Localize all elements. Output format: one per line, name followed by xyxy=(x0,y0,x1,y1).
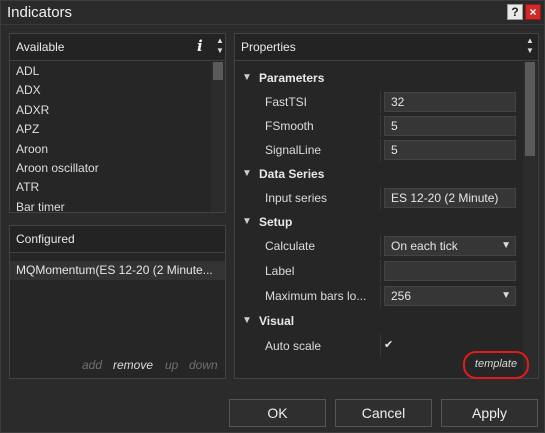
ok-button[interactable]: OK xyxy=(229,399,326,427)
configured-actions: add remove up down xyxy=(10,358,225,374)
close-button[interactable]: × xyxy=(525,4,541,20)
input-series-field[interactable]: ES 12-20 (2 Minute) xyxy=(384,188,516,208)
column-divider xyxy=(380,139,381,161)
collapse-arrow-icon[interactable]: ▼ xyxy=(242,315,252,326)
category-parameters[interactable]: ▼ Parameters xyxy=(235,67,523,89)
category-label: Parameters xyxy=(259,71,325,85)
list-item[interactable]: Aroon oscillator xyxy=(10,159,211,178)
configured-panel: Configured MQMomentum(ES 12-20 (2 Minute… xyxy=(9,225,226,379)
collapse-arrow-icon[interactable]: ▼ xyxy=(242,72,252,83)
help-button[interactable]: ? xyxy=(507,4,523,20)
row-label: Label xyxy=(235,260,523,282)
configured-header: Configured xyxy=(10,226,225,253)
up-link[interactable]: up xyxy=(165,358,178,372)
chevron-down-icon[interactable]: ▼ xyxy=(501,237,511,255)
list-item[interactable]: ADXR xyxy=(10,101,211,120)
category-label: Visual xyxy=(259,314,295,328)
property-label: Maximum bars lo... xyxy=(265,289,367,303)
properties-panel: Properties ▲ ▼ ▼ Parameters FastTSI 32 F… xyxy=(234,33,539,379)
category-data-series[interactable]: ▼ Data Series xyxy=(235,163,523,185)
list-item[interactable]: APZ xyxy=(10,120,211,139)
cancel-button[interactable]: Cancel xyxy=(335,399,432,427)
remove-link[interactable]: remove xyxy=(113,358,153,372)
sort-up-icon[interactable]: ▲ xyxy=(215,36,225,46)
column-divider xyxy=(380,187,381,209)
category-setup[interactable]: ▼ Setup xyxy=(235,211,523,233)
properties-scroll-thumb[interactable] xyxy=(525,62,535,156)
signalline-input[interactable]: 5 xyxy=(384,140,516,160)
property-label: FSmooth xyxy=(265,119,314,133)
sort-down-icon[interactable]: ▼ xyxy=(525,46,535,56)
list-item[interactable]: ATR xyxy=(10,178,211,197)
collapse-arrow-icon[interactable]: ▼ xyxy=(242,168,252,179)
available-list: ADL ADX ADXR APZ Aroon Aroon oscillator … xyxy=(10,62,211,212)
row-signalline: SignalLine 5 xyxy=(235,139,523,161)
fsmooth-input[interactable]: 5 xyxy=(384,116,516,136)
row-calculate: Calculate On each tick ▼ xyxy=(235,235,523,257)
available-scrollbar[interactable] xyxy=(211,62,225,212)
property-label: Auto scale xyxy=(265,339,322,353)
property-label: SignalLine xyxy=(265,143,322,157)
properties-header: Properties ▲ ▼ xyxy=(235,34,538,61)
available-scroll-thumb[interactable] xyxy=(213,62,223,80)
property-label: FastTSI xyxy=(265,95,308,109)
row-fsmooth: FSmooth 5 xyxy=(235,115,523,137)
column-divider xyxy=(380,115,381,137)
chevron-down-icon[interactable]: ▼ xyxy=(501,287,511,305)
column-divider xyxy=(380,260,381,282)
row-fasttsi: FastTSI 32 xyxy=(235,91,523,113)
sort-buttons: ▲ ▼ xyxy=(215,36,225,56)
sort-down-icon[interactable]: ▼ xyxy=(215,46,225,56)
properties-title: Properties xyxy=(241,40,296,54)
properties-scrollbar[interactable] xyxy=(523,62,537,378)
apply-button[interactable]: Apply xyxy=(441,399,538,427)
column-divider xyxy=(380,285,381,307)
available-title: Available xyxy=(16,40,65,54)
row-max-bars: Maximum bars lo... 256 ▼ xyxy=(235,285,523,307)
list-item[interactable]: Bar timer xyxy=(10,198,211,212)
sort-up-icon[interactable]: ▲ xyxy=(525,36,535,46)
label-input[interactable] xyxy=(384,261,516,281)
title-bar: Indicators ? × xyxy=(1,1,544,25)
category-visual[interactable]: ▼ Visual xyxy=(235,310,523,332)
configured-title: Configured xyxy=(16,232,75,246)
down-link[interactable]: down xyxy=(189,358,218,372)
property-label: Input series xyxy=(265,191,328,205)
calculate-value: On each tick xyxy=(391,239,458,253)
max-bars-value: 256 xyxy=(391,289,412,303)
properties-grid: ▼ Parameters FastTSI 32 FSmooth 5 Signal… xyxy=(235,62,523,378)
column-divider xyxy=(380,91,381,113)
collapse-arrow-icon[interactable]: ▼ xyxy=(242,216,252,227)
template-highlight: template xyxy=(463,351,529,379)
indicators-dialog: Indicators ? × Available i ▲ ▼ ADL ADX A… xyxy=(0,0,545,433)
fasttsi-input[interactable]: 32 xyxy=(384,92,516,112)
category-label: Data Series xyxy=(259,167,325,181)
window-title: Indicators xyxy=(7,4,73,21)
configured-item[interactable]: MQMomentum(ES 12-20 (2 Minute... xyxy=(10,261,225,280)
list-item[interactable]: Aroon xyxy=(10,140,211,159)
available-header: Available i ▲ ▼ xyxy=(10,34,225,61)
calculate-dropdown[interactable]: On each tick ▼ xyxy=(384,236,516,256)
column-divider xyxy=(380,335,381,357)
property-label: Calculate xyxy=(265,239,316,253)
row-input-series: Input series ES 12-20 (2 Minute) xyxy=(235,187,523,209)
list-item[interactable]: ADL xyxy=(10,62,211,81)
auto-scale-checkbox[interactable]: ✔ xyxy=(384,339,396,351)
add-link[interactable]: add xyxy=(82,358,102,372)
max-bars-dropdown[interactable]: 256 ▼ xyxy=(384,286,516,306)
available-panel: Available i ▲ ▼ ADL ADX ADXR APZ Aroon A… xyxy=(9,33,226,213)
column-divider xyxy=(380,235,381,257)
list-item[interactable]: ADX xyxy=(10,81,211,100)
category-label: Setup xyxy=(259,215,293,229)
info-icon[interactable]: i xyxy=(197,37,203,55)
properties-sort-buttons: ▲ ▼ xyxy=(525,36,535,56)
template-link[interactable]: template xyxy=(465,358,527,370)
property-label: Label xyxy=(265,264,295,278)
